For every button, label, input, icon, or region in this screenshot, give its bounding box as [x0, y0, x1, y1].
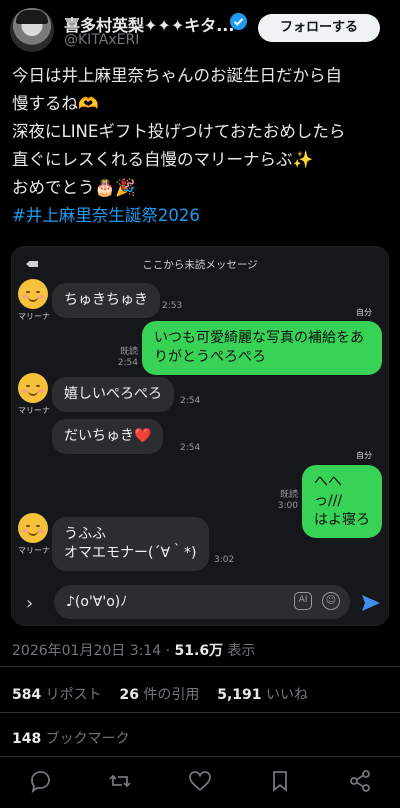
like-icon[interactable] [187, 768, 213, 794]
tweet-line: 今日は井上麻里奈ちゃんのお誕生日だから自 [12, 66, 342, 85]
quotes-label: 件の引用 [138, 687, 200, 703]
contact-name: マリーナ [18, 546, 50, 555]
likes-link[interactable]: 5,191 いいね [217, 687, 308, 703]
ai-icon[interactable]: AI [294, 592, 312, 610]
reply-icon[interactable] [27, 768, 53, 794]
quotes-link[interactable]: 26 件の引用 [120, 687, 200, 703]
message-line: りがとうぺろぺろ [154, 349, 266, 365]
self-label: 自分 [356, 451, 372, 460]
message-line: はよ寝ろ [314, 512, 370, 528]
share-icon[interactable] [347, 768, 373, 794]
views-label: 表示 [223, 643, 256, 659]
message-time: 2:54 [180, 396, 201, 406]
reposts-count: 584 [12, 687, 42, 703]
message-line: うふふ [64, 526, 106, 542]
tweet-line: おめでとう🎂🎉 [12, 178, 136, 197]
contact-name: マリーナ [18, 312, 50, 321]
contact-name: マリーナ [18, 406, 50, 415]
tweet-text: 今日は井上麻里奈ちゃんのお誕生日だから自 慢するね🫶 深夜にLINEギフト投げつ… [12, 62, 392, 230]
message-time: 2:53 [162, 301, 183, 311]
author-avatar[interactable] [10, 8, 54, 52]
divider [0, 666, 400, 667]
tweet-header: 喜多村英梨✦✦✦キタ... @KITAxERI フォローする [0, 0, 400, 56]
message-line: いつも可愛綺麗な写真の補給をあ [154, 330, 364, 346]
reposts-link[interactable]: 584 リポスト [12, 687, 102, 703]
likes-label: いいね [261, 687, 308, 703]
message-time: 3:00 [277, 501, 298, 511]
follow-button[interactable]: フォローする [258, 14, 380, 42]
message-bubble: へへっ/// はよ寝ろ [302, 465, 382, 538]
verified-badge-icon [230, 13, 247, 30]
tweet-actions [0, 764, 400, 798]
message-bubble: いつも可愛綺麗な写真の補給をあ りがとうぺろぺろ [142, 321, 382, 375]
contact-avatar [18, 279, 48, 309]
self-label: 自分 [356, 308, 372, 317]
read-receipt: 既読 [119, 347, 138, 357]
message-line: オマエモナー(´∀｀*) [64, 545, 197, 561]
tweet-line: 深夜にLINEギフト投げつけておたおめしたら [12, 122, 346, 141]
tweet-datetime[interactable]: 2026年01月20日 3:14 [12, 643, 161, 659]
message-time: 2:54 [117, 358, 138, 368]
emoji-icon[interactable]: ☺ [322, 592, 340, 610]
likes-count: 5,191 [217, 687, 262, 703]
engagement-stats: 584 リポスト 26 件の引用 5,191 いいね [12, 684, 308, 704]
message-input-bar: › ♪(o'∀'o)ﾉ AI ☺ [12, 579, 388, 625]
view-count: 51.6万 [174, 643, 224, 659]
send-icon[interactable] [360, 592, 382, 614]
divider [0, 712, 400, 713]
reposts-label: リポスト [41, 687, 102, 703]
retweet-icon[interactable] [107, 768, 133, 794]
bookmarks-link[interactable]: 148 ブックマーク [12, 728, 130, 748]
contact-avatar [18, 373, 48, 403]
message-bubble: 嬉しいぺろぺろ [52, 377, 174, 412]
chevron-right-icon[interactable]: › [26, 593, 33, 614]
message-bubble: だいちゅき❤️ [52, 419, 164, 454]
divider [0, 756, 400, 757]
tweet-meta: 2026年01月20日 3:14 · 51.6万 表示 [12, 640, 256, 660]
tweet-line: 直ぐにレスくれる自慢のマリーナらぶ✨ [12, 150, 314, 169]
message-time: 3:02 [214, 555, 235, 565]
message-line: へへっ/// [314, 474, 343, 509]
bookmarks-count: 148 [12, 731, 42, 747]
quotes-count: 26 [119, 687, 139, 703]
author-handle[interactable]: @KITAxERI [64, 32, 139, 48]
unread-divider: ここから未読メッセージ [142, 259, 258, 271]
hashtag-link[interactable]: #井上麻里奈生誕祭2026 [12, 202, 392, 230]
contact-avatar [18, 513, 48, 543]
message-bubble: ちゅきちゅき [52, 283, 160, 318]
tweet-line: 慢するね🫶 [12, 94, 99, 113]
chat-screenshot-image[interactable]: ここから未読メッセージ マリーナ ちゅきちゅき 2:53 自分 既読 2:54 … [11, 246, 389, 626]
bookmarks-label: ブックマーク [41, 731, 130, 747]
read-receipt: 既読 [279, 490, 298, 500]
bookmark-icon[interactable] [267, 768, 293, 794]
message-time: 2:54 [180, 443, 201, 453]
meta-separator: · [161, 643, 175, 659]
message-bubble: うふふ オマエモナー(´∀｀*) [52, 517, 209, 571]
